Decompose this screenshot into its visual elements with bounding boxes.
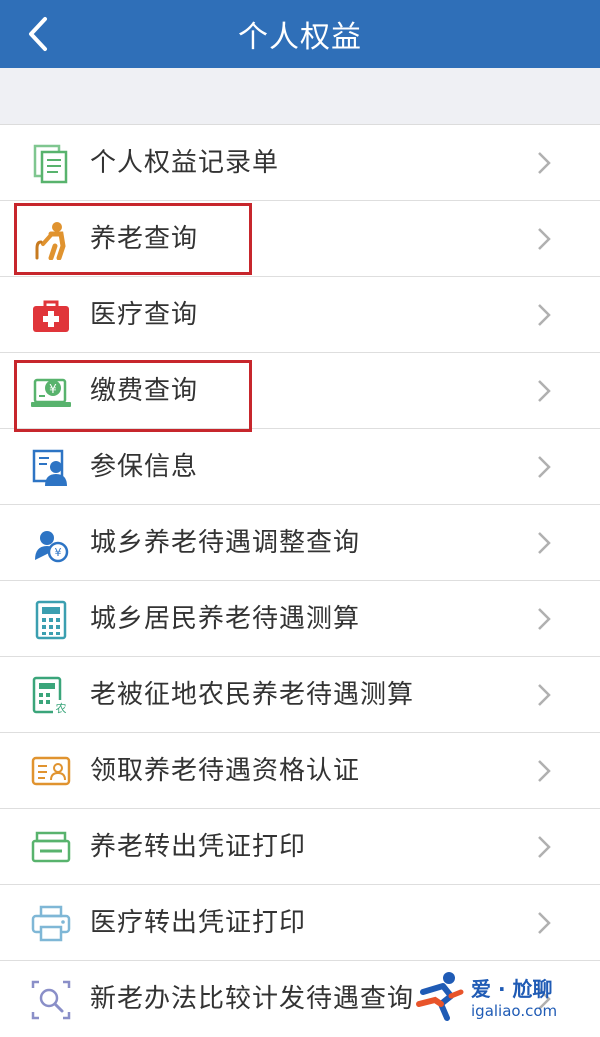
menu-item-label: 医疗转出凭证打印 (90, 908, 307, 938)
menu-item-pension-adjustment[interactable]: ¥ 城乡养老待遇调整查询 (0, 505, 600, 581)
menu-item-label: 个人权益记录单 (90, 148, 280, 178)
app-header: 个人权益 (0, 0, 600, 68)
menu-item-pension-transfer-print[interactable]: 养老转出凭证打印 (0, 809, 600, 885)
chevron-left-icon (29, 17, 47, 51)
chevron-right-icon (532, 607, 556, 631)
document-list-icon (30, 143, 72, 185)
compare-search-icon (30, 979, 72, 1021)
chevron-right-icon (532, 835, 556, 859)
menu-item-payment-query[interactable]: ¥ 缴费查询 (0, 353, 600, 429)
id-card-icon (30, 751, 72, 793)
menu-item-label: 新老办法比较计发待遇查询 (90, 984, 415, 1014)
watermark-logo: 爱 · 尬聊 igaliao.com (415, 967, 590, 1025)
svg-text:¥: ¥ (55, 546, 62, 559)
chevron-right-icon (532, 303, 556, 327)
menu-item-label: 参保信息 (90, 452, 199, 482)
menu-item-resident-pension-calc[interactable]: 城乡居民养老待遇测算 (0, 581, 600, 657)
chevron-right-icon (532, 683, 556, 707)
menu-item-medical-query[interactable]: 医疗查询 (0, 277, 600, 353)
menu-item-label: 领取养老待遇资格认证 (90, 756, 361, 786)
section-spacer (0, 68, 600, 125)
printer-icon (30, 903, 72, 945)
menu-item-rights-record[interactable]: 个人权益记录单 (0, 125, 600, 201)
chevron-right-icon (532, 227, 556, 251)
menu-item-label: 养老查询 (90, 224, 199, 254)
elderly-person-icon (30, 219, 72, 261)
menu-item-label: 老被征地农民养老待遇测算 (90, 680, 415, 710)
menu-list: 个人权益记录单 养老查询 医疗查询 ¥ 缴费查询 参保信息 ¥ 城乡养老待遇调整… (0, 125, 600, 1037)
medical-kit-icon (30, 295, 72, 337)
calculator-icon (30, 599, 72, 641)
chevron-right-icon (532, 379, 556, 403)
menu-item-label: 医疗查询 (90, 300, 199, 330)
menu-item-pension-query[interactable]: 养老查询 (0, 201, 600, 277)
insured-person-icon (30, 447, 72, 489)
page-title: 个人权益 (238, 20, 362, 55)
pension-print-icon (30, 827, 72, 869)
menu-item-qualification-cert[interactable]: 领取养老待遇资格认证 (0, 733, 600, 809)
menu-item-label: 城乡居民养老待遇测算 (90, 604, 361, 634)
watermark-url: igaliao.com (471, 1001, 558, 1020)
menu-item-insurance-info[interactable]: 参保信息 (0, 429, 600, 505)
payment-yen-icon: ¥ (30, 371, 72, 413)
chevron-right-icon (532, 455, 556, 479)
menu-item-medical-transfer-print[interactable]: 医疗转出凭证打印 (0, 885, 600, 961)
chevron-right-icon (532, 759, 556, 783)
svg-text:¥: ¥ (49, 382, 57, 396)
chevron-right-icon (532, 531, 556, 555)
runner-logo-icon (416, 972, 464, 1021)
menu-item-farmer-pension-calc[interactable]: 农 老被征地农民养老待遇测算 (0, 657, 600, 733)
menu-item-label: 缴费查询 (90, 376, 199, 406)
watermark-title: 爱 · 尬聊 (471, 976, 553, 1001)
pension-adjust-icon: ¥ (30, 523, 72, 565)
menu-item-label: 养老转出凭证打印 (90, 832, 307, 862)
svg-text:农: 农 (56, 701, 67, 715)
menu-item-label: 城乡养老待遇调整查询 (90, 528, 361, 558)
back-button[interactable] (18, 14, 58, 54)
farmer-calculator-icon: 农 (30, 675, 72, 717)
chevron-right-icon (532, 911, 556, 935)
chevron-right-icon (532, 151, 556, 175)
